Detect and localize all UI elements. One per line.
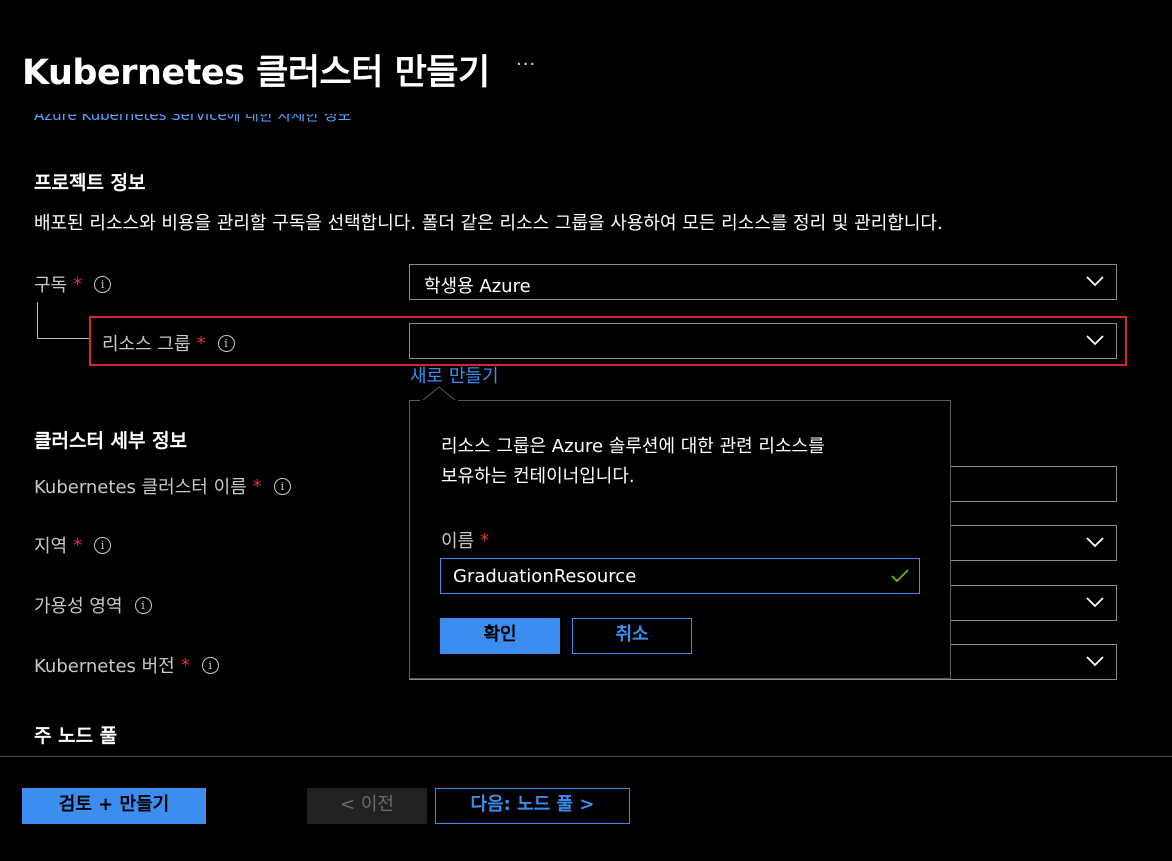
resource-group-select[interactable] [409, 323, 1117, 359]
availability-zones-label-text: 가용성 영역 [34, 596, 123, 617]
cancel-button[interactable]: 취소 [572, 618, 692, 654]
kubernetes-version-label: Kubernetes 버전 * i [34, 652, 219, 678]
required-indicator: * [73, 273, 83, 295]
chevron-down-icon [1086, 335, 1104, 346]
required-indicator: * [252, 475, 262, 497]
project-details-description: 배포된 리소스와 비용을 관리할 구독을 선택합니다. 폴더 같은 리소스 그룹… [34, 213, 943, 234]
resource-group-label-text: 리소스 그룹 [102, 334, 191, 355]
info-icon[interactable]: i [217, 334, 235, 352]
tree-connector [37, 302, 90, 339]
chevron-down-icon [1086, 276, 1104, 287]
info-icon[interactable]: i [94, 275, 112, 293]
resource-group-name-value: GraduationResource [453, 566, 637, 587]
popup-pointer [420, 386, 458, 402]
cluster-name-label-text: Kubernetes 클러스터 이름 [34, 477, 247, 498]
popup-description-line: 리소스 그룹은 Azure 솔루션에 대한 관련 리소스를 [441, 436, 825, 457]
region-label: 지역 * i [34, 532, 112, 558]
project-details-heading: 프로젝트 정보 [34, 172, 146, 194]
popup-name-label: 이름 * [441, 527, 489, 553]
info-icon[interactable]: i [94, 536, 112, 554]
ok-button[interactable]: 확인 [440, 618, 560, 654]
region-label-text: 지역 [34, 536, 68, 557]
availability-zones-label: 가용성 영역 i [34, 592, 152, 618]
next-node-pool-button[interactable]: 다음: 노드 풀 > [435, 788, 630, 824]
chevron-down-icon [1086, 597, 1104, 608]
required-indicator: * [180, 654, 190, 676]
previous-button[interactable]: < 이전 [307, 788, 427, 824]
subscription-label-text: 구독 [34, 275, 68, 296]
create-new-resource-group-link[interactable]: 새로 만들기 [410, 362, 499, 388]
subscription-value: 학생용 Azure [424, 276, 531, 297]
required-indicator: * [196, 332, 206, 354]
subscription-label: 구독 * i [34, 271, 112, 297]
info-icon[interactable]: i [273, 477, 291, 495]
footer-divider [0, 756, 1172, 757]
checkmark-icon [891, 569, 909, 583]
required-indicator: * [480, 529, 490, 551]
info-icon[interactable]: i [201, 656, 219, 674]
cluster-name-label: Kubernetes 클러스터 이름 * i [34, 473, 291, 499]
info-icon[interactable]: i [134, 596, 152, 614]
subscription-select[interactable]: 학생용 Azure [409, 264, 1117, 300]
learn-more-link[interactable]: Azure Kubernetes Service에 대한 자세한 정보 [34, 114, 434, 130]
more-options-icon[interactable]: ··· [516, 54, 536, 75]
required-indicator: * [73, 534, 83, 556]
popup-name-label-text: 이름 [441, 531, 475, 552]
resource-group-label: 리소스 그룹 * i [102, 330, 235, 356]
learn-more-link-text[interactable]: Azure Kubernetes Service에 대한 자세한 정보 [34, 114, 351, 125]
review-create-button[interactable]: 검토 + 만들기 [22, 788, 206, 824]
chevron-down-icon [1086, 537, 1104, 548]
node-pool-heading: 주 노드 풀 [34, 725, 118, 747]
kubernetes-version-label-text: Kubernetes 버전 [34, 656, 175, 677]
popup-description-line: 보유하는 컨테이너입니다. [441, 466, 635, 487]
popup-description: 리소스 그룹은 Azure 솔루션에 대한 관련 리소스를 보유하는 컨테이너입… [441, 432, 825, 492]
page-title: Kubernetes 클러스터 만들기 [22, 53, 490, 93]
cluster-details-heading: 클러스터 세부 정보 [34, 430, 188, 452]
resource-group-name-input[interactable]: GraduationResource [440, 558, 920, 594]
chevron-down-icon [1086, 656, 1104, 667]
